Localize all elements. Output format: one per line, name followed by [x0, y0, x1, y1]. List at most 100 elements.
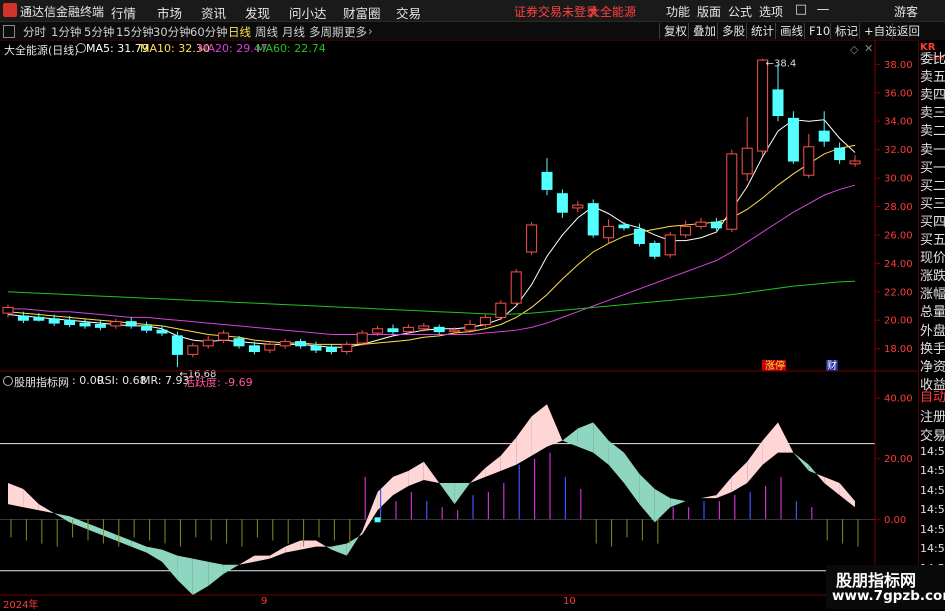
minimize-window-button[interactable]: — — [812, 1, 834, 19]
candle-body — [633, 228, 645, 244]
tongji-button[interactable]: 统计 — [746, 23, 774, 39]
period-multi[interactable]: 多周期 — [309, 24, 344, 40]
legend-settings-icon[interactable] — [76, 43, 86, 53]
chart-close-icon[interactable]: ✕ — [864, 42, 873, 55]
quote-label: 卖二 — [920, 124, 945, 140]
period-more[interactable]: 更多 — [344, 24, 367, 40]
trade-login-warning[interactable]: 证券交易未登录 — [514, 3, 598, 20]
menu-xuanxiang[interactable]: 选项 — [759, 3, 783, 20]
period-1min[interactable]: 1分钟 — [51, 24, 81, 40]
current-stock-name: 大全能源 — [588, 5, 637, 19]
indicator-fill-segment — [547, 404, 563, 447]
period-fenshi[interactable]: 分时 — [23, 24, 46, 40]
diejia-button[interactable]: 叠加 — [688, 23, 716, 39]
add-watchlist-button[interactable]: +自选 — [859, 23, 897, 39]
panel-tab[interactable]: 自动 — [920, 386, 945, 405]
quote-label: 卖五 — [920, 70, 945, 86]
period-60min[interactable]: 60分钟 — [190, 24, 228, 40]
tick-time: 14:5 — [920, 542, 945, 555]
tick-time: 14:5 — [920, 483, 945, 497]
indicator-fill-segment — [115, 534, 132, 547]
duogu-button[interactable]: 多股 — [717, 23, 745, 39]
app-title: 通达信金融终端 — [20, 5, 105, 19]
y-tick-label: 28.00 — [884, 202, 913, 213]
period-monthly[interactable]: 月线 — [282, 24, 305, 40]
back-button[interactable]: 返回 — [892, 23, 920, 39]
candle-body — [787, 117, 799, 162]
candle-body — [710, 221, 722, 229]
candle-body — [526, 224, 538, 253]
menu-caifuquan[interactable]: 财富圈 — [343, 3, 381, 22]
finance-tag: 财 — [827, 359, 837, 372]
menu-banmian[interactable]: 版面 — [697, 3, 721, 20]
quote-label: 卖四 — [920, 88, 945, 104]
indicator-fill-segment — [654, 489, 671, 523]
menu-faxian[interactable]: 发现 — [245, 3, 270, 22]
indicator-fill-segment — [747, 440, 763, 483]
period-weekly[interactable]: 周线 — [255, 24, 278, 40]
y-tick-label: 26.00 — [884, 230, 913, 241]
y-tick-label: 30.00 — [884, 174, 913, 185]
period-5min[interactable]: 5分钟 — [84, 24, 114, 40]
panel-tab[interactable]: 交易 — [920, 425, 945, 444]
candle-body — [402, 326, 414, 333]
indicator-fill-segment — [300, 540, 316, 550]
f10-button[interactable]: F10 — [804, 23, 830, 39]
indicator-fill-segment — [362, 492, 378, 535]
more-chevron-icon[interactable]: › — [368, 24, 373, 38]
period-30min[interactable]: 30分钟 — [153, 24, 191, 40]
kline-panel: ←38.4←16.68涨停财 — [2, 58, 861, 380]
fuquan-button[interactable]: 复权 — [659, 23, 687, 39]
quote-label: 涨跌 — [920, 269, 945, 285]
restore-window-button[interactable]: □ — [790, 1, 812, 19]
ind-y-tick-label: 40.00 — [884, 394, 913, 405]
candle-body — [156, 329, 168, 334]
candle-body — [510, 271, 522, 304]
candle-body — [818, 130, 830, 142]
indicator-settings-icon[interactable] — [3, 376, 13, 386]
toolbar-toggle-icon[interactable] — [3, 25, 15, 38]
indicator-fill-segment — [470, 467, 486, 483]
period-daily[interactable]: 日线 — [228, 24, 251, 40]
candle-body — [110, 321, 122, 327]
quote-label: 卖一 — [920, 142, 945, 158]
period-15min[interactable]: 15分钟 — [116, 24, 154, 40]
panel-tab[interactable]: 注册 — [920, 406, 945, 425]
menu-gongneng[interactable]: 功能 — [666, 3, 690, 20]
ma-line-ma60 — [7, 280, 856, 316]
candle-body — [341, 343, 353, 353]
indicator-fill-segment — [393, 470, 409, 496]
quote-label: 总量 — [920, 305, 945, 321]
huaxian-button[interactable]: 画线 — [775, 23, 803, 39]
menu-hangqing[interactable]: 行情 — [111, 3, 136, 22]
user-guest[interactable]: 游客 — [894, 3, 918, 20]
candle-body — [449, 329, 461, 333]
menu-jiaoyi[interactable]: 交易 — [396, 3, 421, 22]
quote-label: 委比 — [920, 52, 945, 67]
indicator-fill-segment — [69, 516, 85, 529]
menu-gongshi[interactable]: 公式 — [728, 3, 752, 20]
candle-body — [556, 193, 568, 213]
indicator-panel — [0, 404, 875, 596]
quote-side-panel: KR 300 委比 卖五 卖四 卖三 卖二 卖一 买一 买二 买三 买四 买五 现价 涨跌 涨幅 总量 外盘换… — [918, 40, 945, 609]
candle-body — [603, 225, 615, 239]
chart-diamond-icon[interactable]: ◇ — [850, 43, 858, 56]
indicator-fill-segment — [439, 482, 455, 505]
candle-body — [433, 326, 445, 333]
candle-body — [726, 153, 738, 230]
menu-shichang[interactable]: 市场 — [157, 3, 182, 22]
candle-body — [310, 345, 322, 351]
candle-body — [171, 335, 183, 355]
indicator-fill-segment — [701, 495, 717, 499]
quote-label: 买五 — [920, 233, 945, 248]
indicator-fill-segment — [239, 555, 255, 565]
biaoji-button[interactable]: 标记 — [830, 23, 858, 39]
menu-zixun[interactable]: 资讯 — [201, 3, 226, 22]
candle-body — [33, 316, 45, 321]
chart-area[interactable]: ←38.4←16.68涨停财 18.0020.0022.0024.0026.00… — [0, 40, 918, 609]
menu-wenxiaoda[interactable]: 问小达 — [289, 3, 327, 22]
indicator-fill-segment — [269, 546, 286, 559]
indicator-fill-segment — [8, 482, 24, 508]
indicator-fill-segment — [500, 437, 517, 471]
candle-body — [125, 321, 137, 327]
